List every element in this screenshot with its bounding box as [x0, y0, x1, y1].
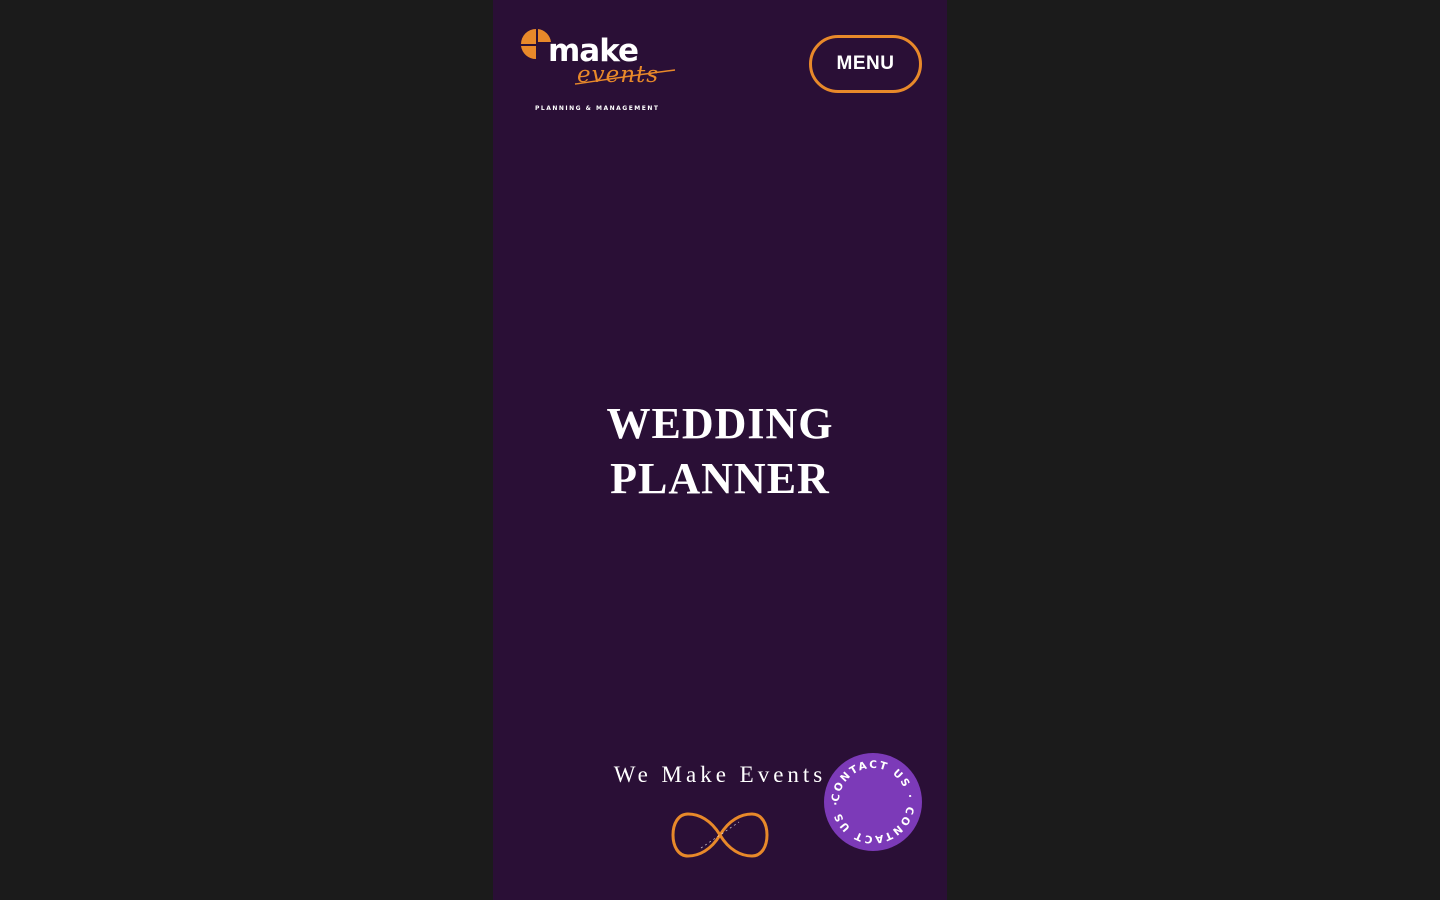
mobile-viewport: make events PLANNING & MANAGEMENT MENU W…: [493, 0, 947, 900]
contact-us-badge[interactable]: CONTACT US · CONTACT US ·: [823, 752, 923, 852]
hero-title: WEDDING PLANNER: [493, 396, 947, 506]
site-logo[interactable]: make events PLANNING & MANAGEMENT: [517, 24, 677, 120]
infinity-icon: [671, 812, 769, 858]
logo-script-text: events: [577, 62, 660, 88]
menu-button[interactable]: MENU: [809, 35, 922, 93]
hero-title-line-2: PLANNER: [610, 454, 830, 503]
hero-title-line-1: WEDDING: [606, 399, 834, 448]
logo-tagline: PLANNING & MANAGEMENT: [535, 105, 660, 112]
